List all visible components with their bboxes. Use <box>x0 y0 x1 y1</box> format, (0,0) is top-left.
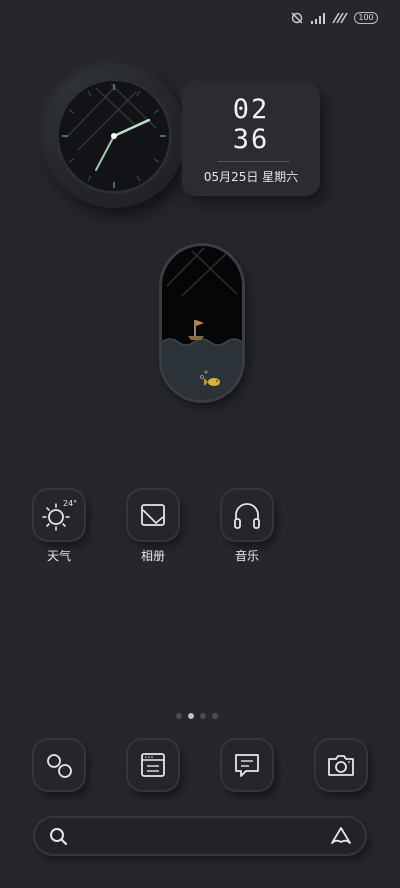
camera-icon <box>316 740 366 790</box>
notes-icon <box>128 740 178 790</box>
page-indicator[interactable] <box>176 713 218 719</box>
page-dot[interactable] <box>212 713 218 719</box>
sea-scene <box>162 247 242 400</box>
weather-temp: 24° <box>63 499 77 508</box>
messages-icon <box>222 740 272 790</box>
app-music[interactable]: 音乐 <box>216 490 278 564</box>
sync-off-icon <box>290 11 304 25</box>
page-dot[interactable] <box>200 713 206 719</box>
clock-hands-icon <box>62 83 166 188</box>
assistant-logo-icon[interactable] <box>329 818 353 854</box>
page-dot[interactable] <box>176 713 182 719</box>
time-hour: 02 <box>232 94 270 125</box>
page-dot-active[interactable] <box>188 713 194 719</box>
time-minute: 36 <box>232 124 270 155</box>
clock-face <box>56 78 172 194</box>
weather-sun-icon: 24° <box>34 490 84 540</box>
dock-camera[interactable] <box>310 740 372 790</box>
battery-icon: 100 <box>354 12 378 24</box>
time-divider <box>218 161 290 162</box>
status-bar: 100 <box>290 10 378 26</box>
browser-orbit-icon <box>34 740 84 790</box>
sea-scene-widget[interactable] <box>162 246 242 400</box>
digital-time-widget[interactable]: 02 36 05月25日 星期六 <box>182 82 320 196</box>
signal-icon <box>310 12 326 24</box>
date-label: 05月25日 星期六 <box>203 170 299 184</box>
app-label: 天气 <box>46 549 71 563</box>
app-gallery[interactable]: 相册 <box>122 490 184 564</box>
search-icon[interactable] <box>47 818 71 854</box>
dock-browser[interactable] <box>28 740 90 790</box>
dock-notes[interactable] <box>122 740 184 790</box>
headphones-icon <box>222 490 272 540</box>
app-label: 音乐 <box>234 549 259 563</box>
search-bar[interactable] <box>35 818 365 854</box>
sailboat-icon <box>188 320 204 340</box>
gallery-icon <box>128 490 178 540</box>
app-weather[interactable]: 24° 天气 <box>28 490 90 564</box>
app-label: 相册 <box>140 549 165 563</box>
no-sim-icon <box>332 12 348 24</box>
dock-messages[interactable] <box>216 740 278 790</box>
analog-clock-widget[interactable] <box>42 64 186 208</box>
